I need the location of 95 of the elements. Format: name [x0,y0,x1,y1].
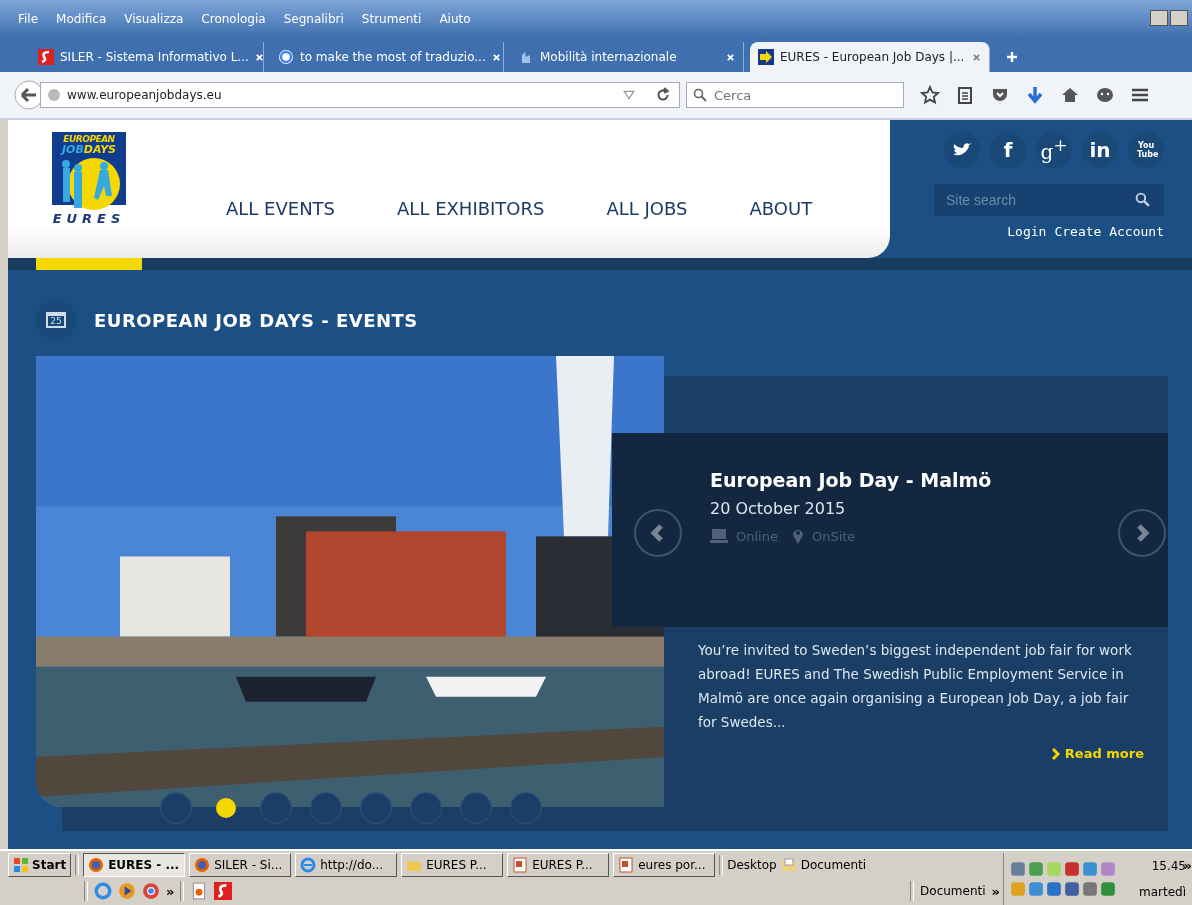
logo-text: JOB [61,143,84,156]
tray-icon[interactable] [1082,881,1098,897]
g-logo-icon [278,49,294,65]
presentation-icon [618,857,635,873]
start-button[interactable]: Start [8,853,72,877]
firefox-icon [88,857,105,873]
taskbar-button[interactable]: eures por... [613,853,716,877]
clock-day: martedì [1139,885,1186,899]
chat-icon[interactable] [1095,85,1115,105]
event-tag: OnSite [811,528,856,544]
tab-title: EURES - European Job Days |... [780,50,966,64]
menu-item[interactable]: Modifica [56,12,107,26]
search-field[interactable]: Cerca [686,82,904,108]
toolbar-label[interactable]: Desktop [727,858,777,872]
presentation-icon [512,857,529,873]
next-button[interactable] [1118,509,1166,557]
site-search-field[interactable]: Site search [934,184,1164,216]
google-plus-link[interactable]: g$^{+}$ [1036,132,1072,168]
clock-time: 15.45 [1151,859,1186,873]
nav-link[interactable]: ALL EVENTS [226,198,336,219]
chevron-button[interactable]: » [166,883,175,899]
minimize-button[interactable] [1150,10,1168,26]
account-link[interactable]: Create Account [1054,224,1164,239]
linkedin-link[interactable]: in [1082,132,1118,168]
bird-icon[interactable] [944,132,980,168]
new-tab-icon[interactable] [1006,51,1018,63]
dropdown-icon[interactable] [623,90,635,100]
monitor-icon [710,528,728,544]
firefox-icon [194,857,211,873]
event-title: European Job Day - Malmö [710,469,993,491]
restore-button[interactable] [1170,10,1188,26]
taskbar-button[interactable]: SILER - Si... [189,853,292,877]
chevron-button[interactable]: » [991,883,1000,899]
toolbar-label[interactable]: Documenti [800,858,867,872]
globe-icon [47,88,61,102]
tray-icon[interactable] [1046,881,1062,897]
account-link[interactable]: Login [1007,224,1047,239]
windows-logo-icon [13,857,29,873]
browser-icon[interactable] [94,882,112,900]
reload-icon[interactable] [655,87,671,103]
arrow-icon [758,49,774,65]
tab-title: Mobilità internazionale [540,50,678,64]
home-icon[interactable] [1060,85,1080,105]
star-icon[interactable] [920,85,940,105]
tray-icon[interactable] [1082,861,1098,877]
read-more-link[interactable]: Read more [1051,746,1144,761]
menu-item[interactable]: Strumenti [361,12,422,26]
tray-icon[interactable] [1064,861,1080,877]
nav-link[interactable]: ABOUT [749,198,813,219]
taskbar-button[interactable]: http://do... [295,853,398,877]
s-logo-icon[interactable] [214,882,233,900]
menu-item[interactable]: Visualizza [124,12,184,26]
menu-item[interactable]: Aiuto [439,12,471,26]
calendar-icon: 25 [36,300,76,340]
chevron-right-icon [1051,747,1060,760]
address-field[interactable]: www.europeanjobdays.eu [40,82,680,108]
s-logo-icon [38,49,54,65]
search-icon[interactable] [1135,192,1150,207]
tray-icon[interactable] [1028,861,1044,877]
taskbar-button[interactable]: EURES P... [507,853,610,877]
logo-text: EUROPEAN [63,134,115,144]
nav-link[interactable]: ALL EXHIBITORS [397,198,545,219]
browser-tab[interactable]: EURES - European Job Days |... [750,42,990,72]
menu-item[interactable]: Segnalibri [283,12,344,26]
logo[interactable]: EUROPEAN JOBDAYS EURES [52,132,126,226]
browser-icon [300,857,317,873]
folder-icon[interactable] [780,857,797,873]
url-text: www.europeanjobdays.eu [67,88,223,102]
youtube-link[interactable]: You Tube [1128,132,1164,168]
close-icon[interactable] [972,52,981,62]
nav-link[interactable]: ALL JOBS [606,198,688,219]
section-title: EUROPEAN JOB DAYS - EVENTS [94,309,418,331]
event-date: 20 October 2015 [710,499,847,518]
tray-icon[interactable] [1100,881,1116,897]
menu-item[interactable]: File [18,12,39,26]
media-player-icon[interactable] [118,882,136,900]
tab-title: SILER - Sistema Informativo L... [60,50,249,64]
tray-icon[interactable] [1028,881,1044,897]
download-icon[interactable] [1025,85,1045,105]
event-tag: Online [736,528,778,544]
previous-button[interactable] [634,509,682,557]
facebook-link[interactable]: f [990,132,1026,168]
toolbar-label[interactable]: Documenti [920,884,986,898]
logo-text: DAYS [83,143,117,156]
reading-list-icon[interactable] [955,85,975,105]
menu-item[interactable]: Cronologia [201,12,266,26]
tray-icon[interactable] [1010,861,1026,877]
tab-title: to make the most of traduzio... [300,50,486,64]
search-icon [693,88,707,102]
location-pin-icon [791,528,804,544]
event-description: You’re invited to Sweden’s biggest independent job fair for work abroad! EURES and The Swedish Public Employment Service in Malmö are once again organising a European Job Day, a job fair for Swedes... [698,641,1133,732]
tray-icon[interactable] [1064,881,1080,897]
taskbar-button[interactable]: EURES P... [401,853,504,877]
chevron-button[interactable]: » [1183,857,1192,873]
taskbar-button[interactable]: EURES - ... [83,853,186,877]
